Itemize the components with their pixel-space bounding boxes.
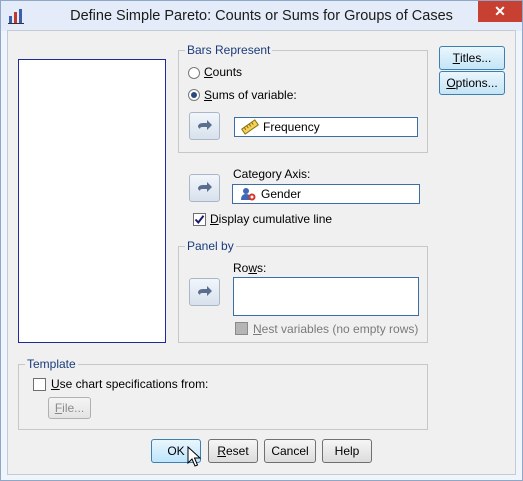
- arrow-right-icon: [197, 286, 212, 296]
- close-icon: ✕: [494, 3, 506, 19]
- sums-variable-value: Frequency: [263, 120, 320, 134]
- reset-button[interactable]: Reset: [208, 439, 258, 463]
- use-chart-specifications-checkbox[interactable]: [33, 378, 46, 391]
- panel-by-legend: Panel by: [185, 239, 236, 253]
- counts-label: Counts: [204, 65, 243, 79]
- nest-variables-checkbox: [235, 322, 248, 335]
- window-title: Define Simple Pareto: Counts or Sums for…: [70, 8, 453, 24]
- bars-represent-legend: Bars Represent: [185, 43, 273, 57]
- nest-variables-label: Nest variables (no empty rows): [253, 322, 419, 336]
- rows-field[interactable]: [233, 277, 419, 316]
- file-button: File...: [48, 397, 91, 419]
- variable-list[interactable]: [18, 59, 166, 343]
- category-axis-value: Gender: [261, 187, 302, 201]
- sums-variable-field[interactable]: Frequency: [234, 117, 418, 137]
- ruler-scale-icon: [241, 119, 259, 135]
- title-bar[interactable]: Define Simple Pareto: Counts or Sums for…: [1, 1, 522, 31]
- move-to-rows-button[interactable]: [189, 278, 220, 306]
- category-axis-field[interactable]: Gender: [232, 184, 420, 204]
- category-axis-label: Category Axis:: [233, 167, 311, 181]
- template-legend: Template: [25, 357, 78, 371]
- options-button[interactable]: Options...: [439, 71, 505, 95]
- close-button[interactable]: ✕: [478, 1, 522, 22]
- use-chart-specifications-label: Use chart specifications from:: [51, 377, 209, 391]
- sums-of-variable-radio[interactable]: [188, 89, 200, 101]
- titles-button[interactable]: Titles...: [439, 46, 505, 70]
- cancel-button[interactable]: Cancel: [264, 439, 316, 463]
- rows-label: Rows:: [233, 261, 267, 275]
- nominal-variable-icon: [241, 188, 256, 201]
- help-button[interactable]: Help: [322, 439, 372, 463]
- sums-of-variable-label: Sums of variable:: [204, 88, 297, 102]
- checkmark-icon: [194, 215, 205, 225]
- display-cumulative-line-checkbox[interactable]: [193, 213, 206, 226]
- display-cumulative-line-label: Display cumulative line: [210, 212, 333, 226]
- arrow-right-icon: [197, 120, 212, 130]
- move-to-category-axis-button[interactable]: [189, 174, 220, 202]
- move-to-variable-button[interactable]: [189, 112, 220, 140]
- mouse-cursor-icon: [187, 446, 201, 467]
- counts-radio[interactable]: [188, 67, 200, 79]
- arrow-right-icon: [197, 182, 212, 192]
